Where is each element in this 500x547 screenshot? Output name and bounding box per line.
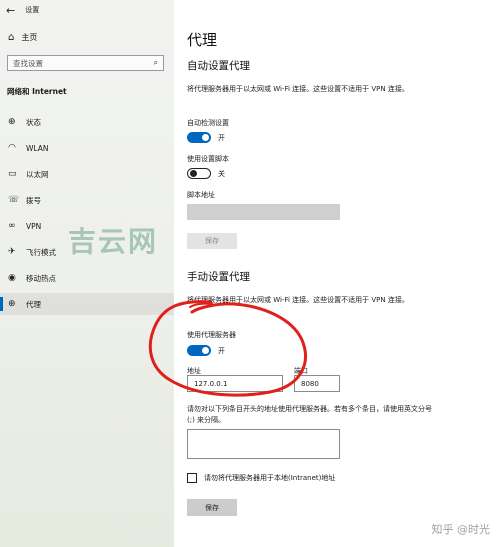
credit-watermark: 知乎 @时光 [431,523,491,536]
red-annotation-circle [148,300,307,397]
